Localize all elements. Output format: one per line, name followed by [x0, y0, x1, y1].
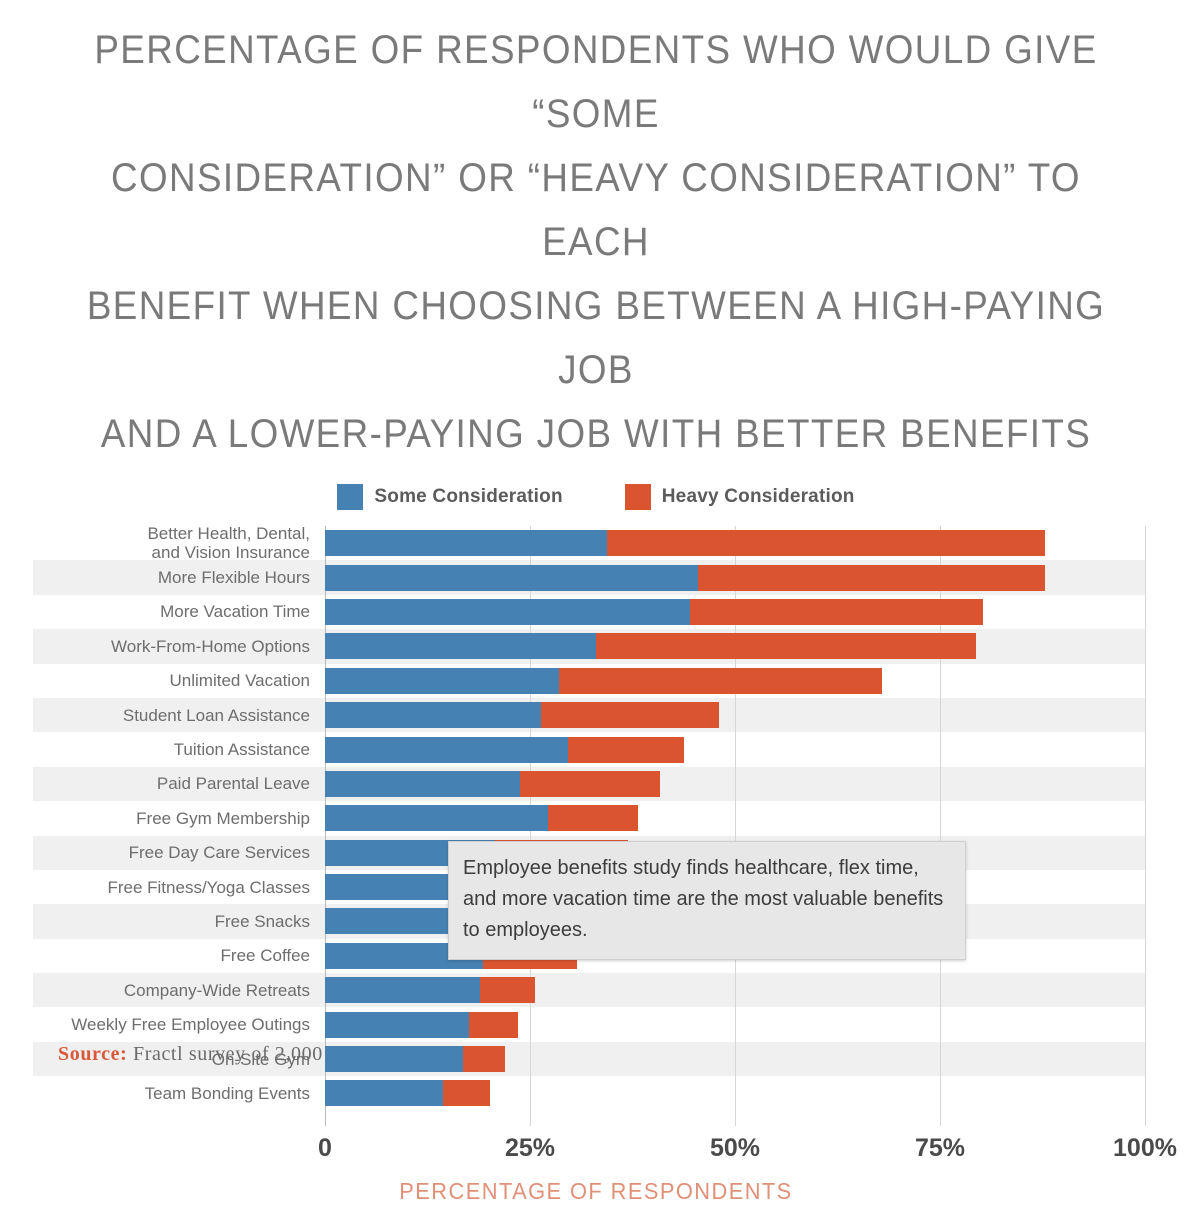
bar-segment-some-consideration[interactable]: [325, 530, 608, 557]
bar-segment-some-consideration[interactable]: [325, 1080, 444, 1107]
stacked-bar: [325, 1080, 1145, 1107]
category-label: Tuition Assistance: [173, 740, 310, 760]
page-title: PERCENTAGE OF RESPONDENTS WHO WOULD GIVE…: [86, 28, 1106, 456]
bar-segment-heavy-consideration[interactable]: [520, 770, 660, 797]
stacked-bar: [325, 770, 1145, 797]
x-axis-tick: 75%: [914, 1134, 966, 1162]
bar-segment-heavy-consideration[interactable]: [468, 1011, 518, 1038]
chart-legend: Some Consideration Heavy Consideration: [0, 480, 1192, 514]
category-label: Free Day Care Services: [128, 843, 310, 863]
x-axis-label: PERCENTAGE OF RESPONDENTS: [399, 1178, 793, 1204]
chart-row: More Vacation Time: [0, 595, 1192, 629]
category-label: Better Health, Dental, and Vision Insura…: [147, 524, 310, 563]
bar-segment-heavy-consideration[interactable]: [548, 805, 639, 832]
stacked-bar: [325, 598, 1145, 625]
category-label: More Flexible Hours: [157, 568, 310, 588]
chart-plot-area: Better Health, Dental, and Vision Insura…: [0, 524, 1192, 1126]
bar-segment-heavy-consideration[interactable]: [595, 633, 977, 660]
chart-row: More Flexible Hours: [0, 560, 1192, 596]
bar-chart: Better Health, Dental, and Vision Insura…: [0, 524, 1192, 1126]
stacked-bar: [325, 702, 1145, 729]
chart-row: Better Health, Dental, and Vision Insura…: [0, 524, 1192, 563]
legend-swatch-some-consideration: [337, 484, 364, 510]
chart-row: Student Loan Assistance: [0, 697, 1192, 733]
stacked-bar: [325, 977, 1145, 1004]
x-axis-tick: 0: [318, 1134, 332, 1162]
bar-segment-heavy-consideration[interactable]: [607, 530, 1045, 557]
bar-segment-some-consideration[interactable]: [325, 1046, 463, 1073]
category-label: More Vacation Time: [160, 602, 310, 622]
category-label: Unlimited Vacation: [169, 671, 310, 691]
x-axis: 0 25% 50% 75% 100%: [0, 1128, 1192, 1174]
chart-row: Free Gym Membership: [0, 801, 1192, 835]
legend-item-some-consideration[interactable]: Some Consideration: [337, 484, 563, 510]
stacked-bar: [325, 667, 1145, 694]
chart-row: Team Bonding Events: [0, 1076, 1192, 1110]
stacked-bar: [325, 1011, 1145, 1038]
category-label: Free Snacks: [214, 911, 310, 931]
legend-label-heavy-consideration: Heavy Consideration: [661, 486, 855, 507]
category-label: Free Coffee: [220, 946, 310, 966]
bar-segment-heavy-consideration[interactable]: [443, 1080, 490, 1107]
category-label: On-Site Gym: [211, 1049, 310, 1069]
bar-segment-heavy-consideration[interactable]: [479, 977, 535, 1004]
stacked-bar: [325, 1046, 1145, 1073]
legend-item-heavy-consideration[interactable]: Heavy Consideration: [624, 484, 855, 510]
bar-segment-some-consideration[interactable]: [325, 598, 690, 625]
stacked-bar: [325, 736, 1145, 763]
bar-segment-heavy-consideration[interactable]: [698, 564, 1045, 591]
bar-segment-heavy-consideration[interactable]: [462, 1046, 506, 1073]
chart-row: Work-From-Home Options: [0, 629, 1192, 664]
bar-segment-some-consideration[interactable]: [325, 736, 568, 763]
category-label: Paid Parental Leave: [156, 774, 310, 794]
bar-segment-some-consideration[interactable]: [325, 633, 596, 660]
infographic-root: PERCENTAGE OF RESPONDENTS WHO WOULD GIVE…: [0, 0, 1192, 1205]
bar-segment-some-consideration[interactable]: [325, 1011, 469, 1038]
category-label: Free Gym Membership: [136, 808, 310, 828]
bar-segment-some-consideration[interactable]: [325, 702, 542, 729]
bar-segment-heavy-consideration[interactable]: [541, 702, 719, 729]
x-axis-tick: 50%: [709, 1134, 761, 1162]
stacked-bar: [325, 564, 1145, 591]
category-label: Weekly Free Employee Outings: [71, 1015, 310, 1035]
bar-segment-some-consideration[interactable]: [325, 564, 699, 591]
bar-segment-some-consideration[interactable]: [325, 805, 549, 832]
bar-segment-heavy-consideration[interactable]: [567, 736, 685, 763]
stacked-bar: [325, 530, 1145, 557]
x-axis-tick: 100%: [1113, 1134, 1177, 1162]
legend-swatch-heavy-consideration: [624, 484, 651, 510]
bar-segment-some-consideration[interactable]: [325, 977, 480, 1004]
chart-row: Weekly Free Employee Outings: [0, 1007, 1192, 1041]
stacked-bar: [325, 633, 1145, 660]
x-axis-tick: 25%: [504, 1134, 556, 1162]
stacked-bar: [325, 805, 1145, 832]
chart-row: Unlimited Vacation: [0, 664, 1192, 698]
bar-segment-heavy-consideration[interactable]: [558, 667, 882, 694]
chart-row: Company-Wide Retreats: [0, 973, 1192, 1008]
chart-row: Paid Parental Leave: [0, 766, 1192, 802]
legend-label-some-consideration: Some Consideration: [374, 486, 563, 507]
tooltip-callout: Employee benefits study finds healthcare…: [448, 841, 966, 960]
bar-segment-some-consideration[interactable]: [325, 770, 521, 797]
category-label: Free Fitness/Yoga Classes: [107, 877, 310, 897]
category-label: Work-From-Home Options: [111, 636, 310, 656]
category-label: Team Bonding Events: [144, 1083, 310, 1103]
category-label: Student Loan Assistance: [122, 705, 310, 725]
bar-segment-some-consideration[interactable]: [325, 667, 559, 694]
chart-row: Tuition Assistance: [0, 732, 1192, 766]
category-label: Company-Wide Retreats: [123, 980, 310, 1000]
bar-segment-heavy-consideration[interactable]: [689, 598, 983, 625]
